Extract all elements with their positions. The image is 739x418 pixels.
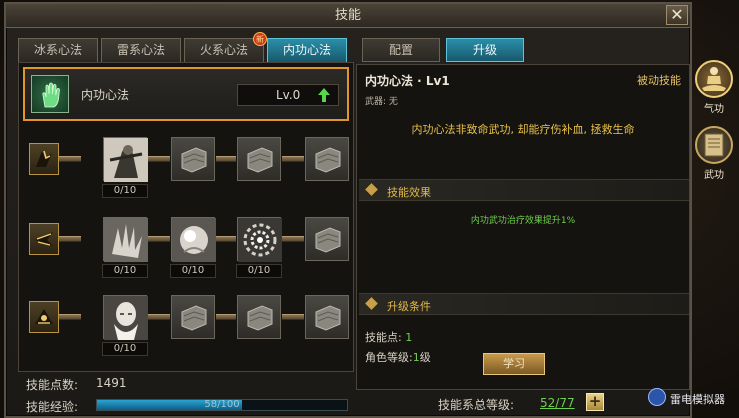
skill-node-r2-3[interactable] [237, 217, 282, 262]
selected-skill-card[interactable]: 内功心法 Lv.0 [23, 67, 349, 121]
skill-node-r3-2-locked[interactable] [171, 295, 215, 339]
total-level-label: 技能系总等级: [438, 398, 515, 412]
tab-upgrade[interactable]: 升级 [446, 38, 524, 62]
skill-node-r1-2-locked[interactable] [171, 137, 215, 181]
tree-connector [148, 156, 170, 162]
req-skill-points: 技能点: 1 [365, 329, 412, 345]
requirement-section-header: 升级条件 [359, 293, 689, 315]
skill-node-r1-3-locked[interactable] [237, 137, 281, 181]
wugong-label: 武功 [704, 170, 724, 181]
qigong-label: 气功 [704, 104, 724, 115]
skill-stats: 技能点数: 1491 技能经验: 58/100 [22, 372, 358, 416]
tab-label: 雷系心法 [116, 43, 165, 57]
skill-exp-bar: 58/100 [96, 399, 348, 411]
req-level-unit: 级 [419, 351, 431, 364]
row-category-slash-icon [29, 223, 59, 255]
total-level-value[interactable]: 52/77 [540, 396, 575, 410]
new-badge: 新 [253, 32, 267, 46]
skill-count: 0/10 [102, 184, 148, 198]
tab-fire-school[interactable]: 火系心法新 [184, 32, 267, 62]
skill-detail: 内功心法 · Lv1 被动技能 武器: 无 内功心法非致命武功, 却能疗伤补血,… [356, 64, 690, 390]
skill-window: 技能 ✕ 冰系心法 雷系心法 火系心法新 内功心法 内功心法 Lv.0 0/10… [4, 2, 692, 418]
qigong-button[interactable] [695, 60, 733, 98]
skill-count: 0/10 [236, 264, 282, 278]
skill-tree: 内功心法 Lv.0 0/10 0/10 0/10 0/10 0/10 [18, 62, 354, 372]
skill-node-r2-2[interactable] [171, 217, 216, 262]
tree-connector [282, 236, 304, 242]
tree-connector [216, 236, 236, 242]
tree-connector [282, 156, 304, 162]
skill-points-value: 1491 [96, 376, 127, 390]
window-title: 技能 [6, 4, 690, 28]
effect-text: 内功武功治疗效果提升1% [470, 216, 576, 226]
scroll-book-icon [704, 133, 724, 157]
tab-label: 火系心法 [199, 43, 248, 57]
skill-points-label: 技能点数: [26, 378, 79, 392]
skill-node-r2-1[interactable] [103, 217, 148, 262]
skill-type: 被动技能 [637, 74, 681, 87]
close-button[interactable]: ✕ [666, 5, 688, 25]
skill-exp-text: 58/100 [204, 399, 240, 410]
effect-header-text: 技能效果 [387, 186, 431, 199]
learn-button[interactable]: 学习 [483, 353, 545, 375]
tab-thunder-school[interactable]: 雷系心法 [101, 38, 181, 62]
tab-label: 内功心法 [282, 43, 331, 57]
skill-exp-label: 技能经验: [26, 400, 79, 414]
tree-connector [282, 314, 304, 320]
diamond-icon [365, 183, 378, 196]
selected-skill-name: 内功心法 [81, 88, 130, 102]
req-points-label: 技能点: [365, 331, 402, 344]
detail-title: 内功心法 · Lv1 [365, 74, 450, 88]
skill-level-box: Lv.0 [237, 84, 339, 106]
skill-count: 0/10 [102, 342, 148, 356]
skill-description: 内功心法非致命武功, 却能疗伤补血, 拯救生命 [411, 123, 635, 136]
tree-connector [216, 314, 236, 320]
tree-connector [148, 314, 170, 320]
tree-connector [59, 314, 81, 320]
watermark-text: 雷电模拟器 [670, 393, 725, 406]
skill-node-r3-1[interactable] [103, 295, 148, 340]
level-up-arrow-icon[interactable] [318, 88, 330, 102]
req-level-label: 角色等级: [365, 351, 413, 364]
detail-tabs: 配置 升级 [362, 38, 524, 62]
skill-node-r1-1[interactable] [103, 137, 148, 182]
tab-inner-school[interactable]: 内功心法 [267, 38, 347, 62]
tree-connector [148, 236, 170, 242]
skill-node-r3-4-locked[interactable] [305, 295, 349, 339]
weapon-requirement: 武器: 无 [365, 97, 398, 107]
skill-node-r3-3-locked[interactable] [237, 295, 281, 339]
effect-section-header: 技能效果 [359, 179, 689, 201]
emulator-logo-icon [648, 388, 666, 406]
diamond-icon [365, 297, 378, 310]
tab-label: 冰系心法 [33, 43, 82, 57]
skill-level: Lv.0 [276, 88, 301, 102]
palm-icon [31, 75, 69, 113]
tree-connector [59, 236, 81, 242]
add-level-button[interactable]: + [586, 393, 604, 411]
req-level-value: 1 [412, 351, 420, 364]
tree-connector [216, 156, 236, 162]
row-category-meditation-icon [29, 301, 59, 333]
skill-node-r1-4-locked[interactable] [305, 137, 349, 181]
school-tabs: 冰系心法 雷系心法 火系心法新 内功心法 [18, 32, 347, 62]
meditating-figure-icon [702, 67, 726, 91]
tab-config[interactable]: 配置 [362, 38, 440, 62]
req-points-value: 1 [405, 331, 413, 344]
skill-detail-panel: 配置 升级 内功心法 · Lv1 被动技能 武器: 无 内功心法非致命武功, 却… [354, 36, 692, 418]
emulator-watermark: 雷电模拟器 [648, 388, 736, 408]
skill-count: 0/10 [102, 264, 148, 278]
wugong-button[interactable] [695, 126, 733, 164]
skill-node-r2-4-locked[interactable] [305, 217, 349, 261]
req-role-level: 角色等级:1级 [365, 349, 431, 365]
skill-count: 0/10 [170, 264, 216, 278]
requirement-header-text: 升级条件 [387, 300, 431, 313]
skill-tree-panel: 冰系心法 雷系心法 火系心法新 内功心法 内功心法 Lv.0 0/10 0/10… [14, 32, 354, 418]
tab-ice-school[interactable]: 冰系心法 [18, 38, 98, 62]
game-screen: 技能 ✕ 冰系心法 雷系心法 火系心法新 内功心法 内功心法 Lv.0 0/10… [0, 0, 739, 418]
row-category-break-icon [29, 143, 59, 175]
tree-connector [59, 156, 81, 162]
